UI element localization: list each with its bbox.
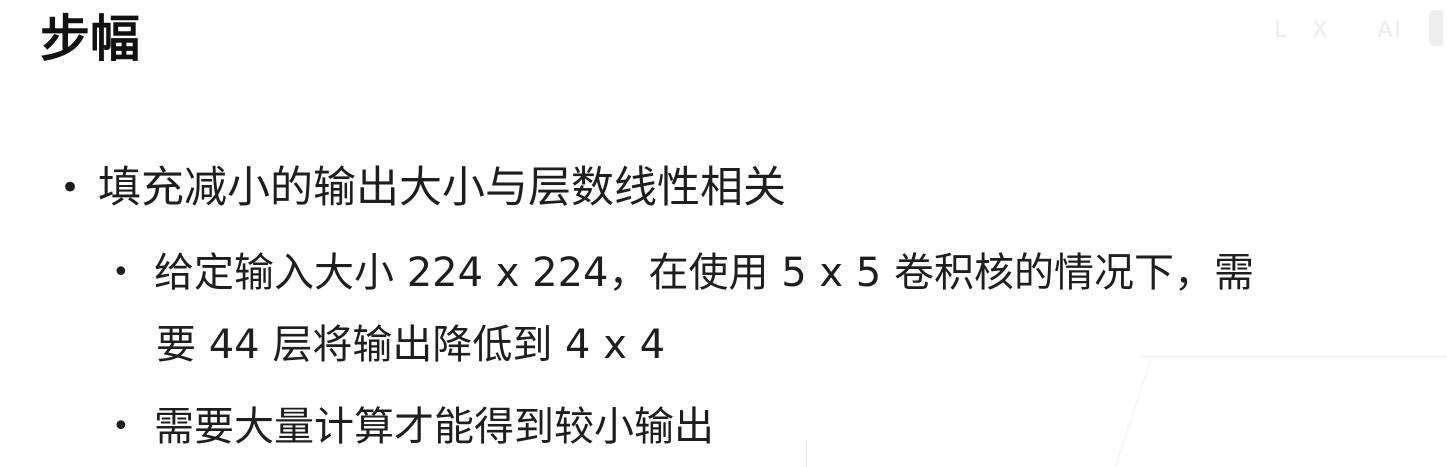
bullet-marker: • xyxy=(112,409,130,444)
bullet-text: 需要大量计算才能得到较小输出 xyxy=(154,404,714,450)
watermark-mark xyxy=(1429,10,1443,46)
bullet-marker: • xyxy=(60,168,81,208)
decorative-line xyxy=(1140,356,1447,357)
decorative-line xyxy=(806,440,807,467)
bullet-text-continuation: 要 44 层将输出降低到 4 x 4 xyxy=(156,322,666,368)
watermark-text: L X AI xyxy=(1274,18,1403,43)
slide-title: 步幅 xyxy=(40,10,140,68)
bullet-text: 填充减小的输出大小与层数线性相关 xyxy=(98,163,786,213)
bullet-text: 给定输入大小 224 x 224，在使用 5 x 5 卷积核的情况下，需 xyxy=(154,250,1254,296)
watermark-logo: L X AI xyxy=(1274,12,1403,44)
bullet-marker: • xyxy=(112,255,130,290)
decorative-line xyxy=(1115,360,1151,467)
